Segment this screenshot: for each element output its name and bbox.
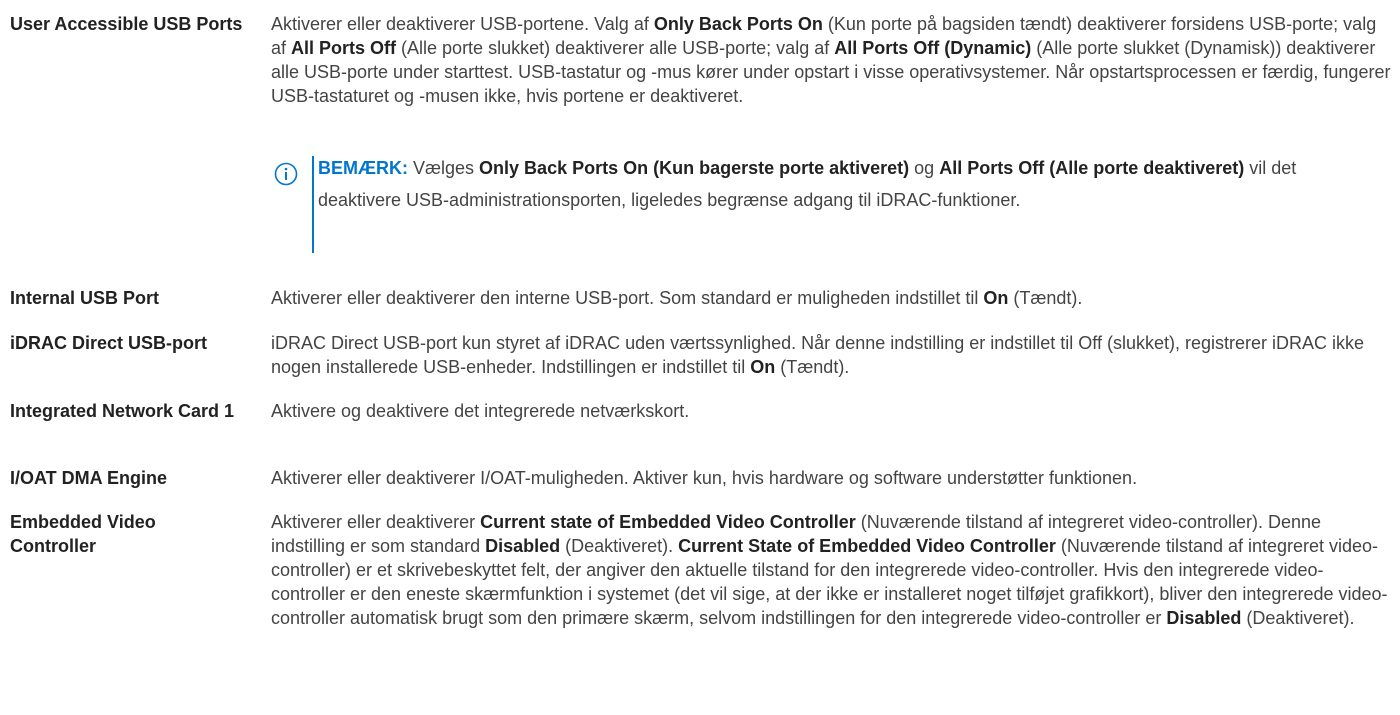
description: iDRAC Direct USB-port kun styret af iDRA… <box>271 331 1396 379</box>
desc-bold-text: Disabled <box>485 536 561 556</box>
description: Aktiverer eller deaktiverer den interne … <box>271 286 1396 310</box>
desc-text: Aktiverer eller deaktiverer den interne … <box>271 288 984 308</box>
description: Aktivere og deaktivere det integrerede n… <box>271 399 1396 423</box>
desc-bold-text: On <box>983 288 1009 308</box>
desc-text: (Deaktiveret). <box>1241 608 1355 628</box>
description: Aktiverer eller deaktiverer Current stat… <box>271 510 1396 630</box>
desc-text: (Tændt). <box>775 357 850 377</box>
note-bold-segment: All Ports Off (Alle porte deaktiveret) <box>939 158 1245 178</box>
note-text: BEMÆRK: Vælges Only Back Ports On (Kun b… <box>318 152 1378 216</box>
term-label: I/OAT DMA Engine <box>10 468 167 488</box>
note-block: BEMÆRK: Vælges Only Back Ports On (Kun b… <box>272 152 1382 262</box>
term-label: Internal USB Port <box>10 288 160 308</box>
term-label: Integrated Network Card 1 <box>10 401 235 421</box>
info-icon <box>274 162 298 186</box>
desc-bold-text: Current state of Embedded Video Controll… <box>480 512 856 532</box>
desc-text: (Alle porte slukket) deaktiverer alle US… <box>396 38 835 58</box>
desc-bold-text: On <box>750 357 776 377</box>
desc-text: Aktiverer eller deaktiverer <box>271 512 481 532</box>
note-bold-segment: Only Back Ports On (Kun bagerste porte a… <box>479 158 910 178</box>
term-label: Embedded Video Controller <box>10 512 156 556</box>
desc-text: (Tændt). <box>1008 288 1083 308</box>
definition-table: User Accessible USB Ports Aktiverer elle… <box>0 0 1400 715</box>
description: Aktiverer eller deaktiverer I/OAT-muligh… <box>271 466 1396 490</box>
term-label: User Accessible USB Ports <box>10 14 243 34</box>
desc-bold-text: Current State of Embedded Video Controll… <box>678 536 1056 556</box>
note-label: BEMÆRK: <box>318 158 408 178</box>
note-segment: Vælges <box>408 158 480 178</box>
note-segment: og <box>909 158 940 178</box>
desc-text: Aktiverer eller deaktiverer USB-portene.… <box>271 14 654 34</box>
description: Aktiverer eller deaktiverer USB-portene.… <box>271 12 1396 108</box>
desc-bold-text: Only Back Ports On <box>653 14 823 34</box>
desc-bold-text: All Ports Off <box>291 38 397 58</box>
desc-text: Aktivere og deaktivere det integrerede n… <box>271 401 690 421</box>
desc-text: (Deaktiveret). <box>560 536 679 556</box>
desc-bold-text: Disabled <box>1166 608 1242 628</box>
note-divider <box>312 156 314 253</box>
desc-text: Aktiverer eller deaktiverer I/OAT-muligh… <box>271 468 1138 488</box>
term-label: iDRAC Direct USB-port <box>10 333 208 353</box>
desc-bold-text: All Ports Off (Dynamic) <box>834 38 1032 58</box>
